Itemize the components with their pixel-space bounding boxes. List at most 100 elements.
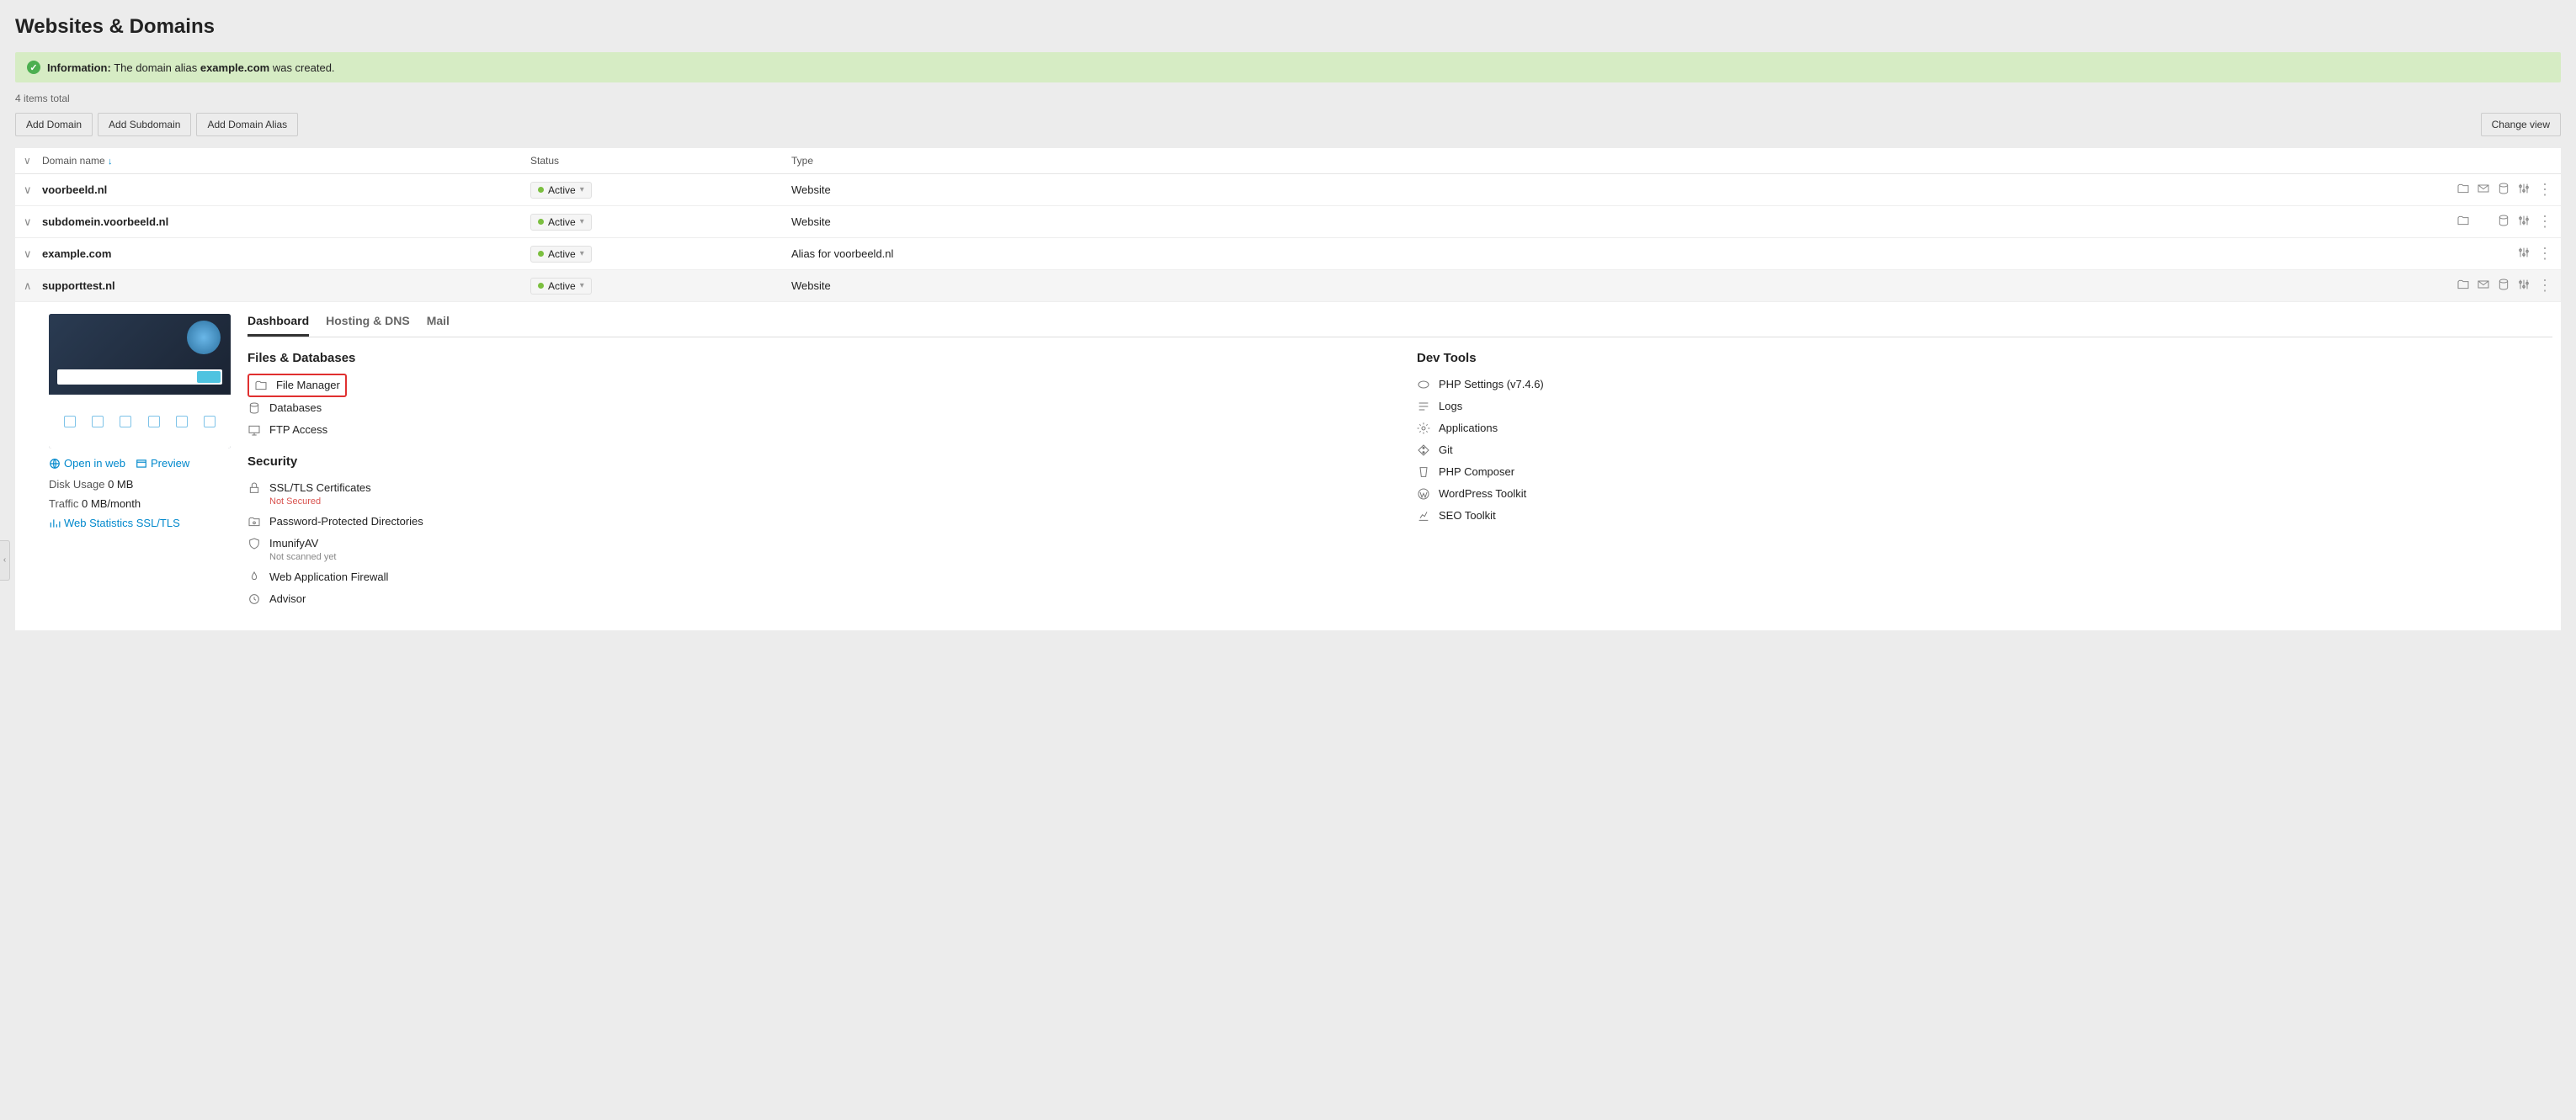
- table-row: ∨ subdomein.voorbeeld.nl Active▾ Website…: [15, 206, 2561, 238]
- composer-icon: [1417, 465, 1430, 479]
- row-toggle[interactable]: ∨: [24, 247, 32, 260]
- status-dropdown[interactable]: Active▾: [530, 182, 592, 199]
- settings-icon[interactable]: [2517, 182, 2531, 198]
- row-toggle[interactable]: ∧: [24, 279, 32, 292]
- domain-name[interactable]: voorbeeld.nl: [42, 183, 107, 196]
- databases-link[interactable]: Databases: [247, 397, 1383, 419]
- applications-link[interactable]: Applications: [1417, 417, 2552, 439]
- mail-icon[interactable]: [2477, 182, 2490, 198]
- traffic-label: Traffic: [49, 497, 78, 510]
- info-domain: example.com: [200, 61, 269, 74]
- disk-usage-value: 0 MB: [108, 478, 133, 491]
- seo-toolkit-link[interactable]: SEO Toolkit: [1417, 505, 2552, 527]
- page-title: Websites & Domains: [15, 15, 2561, 39]
- kebab-icon[interactable]: ⋮: [2537, 181, 2552, 199]
- advisor-link[interactable]: Advisor: [247, 588, 1383, 610]
- chevron-down-icon: ▾: [580, 249, 584, 258]
- ftp-access-link[interactable]: FTP Access: [247, 419, 1383, 441]
- col-type[interactable]: Type: [791, 155, 2443, 167]
- wordpress-icon: [1417, 487, 1430, 501]
- disk-usage-label: Disk Usage: [49, 478, 104, 491]
- row-toggle[interactable]: ∨: [24, 215, 32, 228]
- domain-name[interactable]: supporttest.nl: [42, 279, 115, 292]
- tab-mail[interactable]: Mail: [427, 314, 450, 337]
- php-icon: [1417, 378, 1430, 391]
- domain-name[interactable]: subdomein.voorbeeld.nl: [42, 215, 168, 228]
- add-domain-button[interactable]: Add Domain: [15, 113, 93, 136]
- table-row: ∧ supporttest.nl Active▾ Website ⋮: [15, 270, 2561, 302]
- shield-icon: [247, 537, 261, 550]
- mail-icon[interactable]: [2477, 278, 2490, 294]
- section-security: Security: [247, 454, 1383, 469]
- kebab-icon[interactable]: ⋮: [2537, 277, 2552, 295]
- php-settings-link[interactable]: PHP Settings (v7.4.6): [1417, 374, 2552, 395]
- site-thumbnail[interactable]: [49, 314, 231, 449]
- file-manager-link[interactable]: File Manager: [254, 379, 340, 392]
- file-manager-highlight: File Manager: [247, 374, 347, 397]
- settings-icon[interactable]: [2517, 214, 2531, 230]
- tab-hosting-dns[interactable]: Hosting & DNS: [326, 314, 410, 337]
- imunify-link[interactable]: ImunifyAVNot scanned yet: [247, 533, 1383, 566]
- status-dot-icon: [538, 219, 544, 225]
- status-dot-icon: [538, 251, 544, 257]
- settings-icon[interactable]: [2517, 278, 2531, 294]
- section-dev-tools: Dev Tools: [1417, 351, 2552, 365]
- composer-link[interactable]: PHP Composer: [1417, 461, 2552, 483]
- database-icon[interactable]: [2497, 214, 2510, 230]
- domain-name[interactable]: example.com: [42, 247, 111, 260]
- chevron-down-icon: ▾: [580, 217, 584, 226]
- tab-dashboard[interactable]: Dashboard: [247, 314, 309, 337]
- status-dropdown[interactable]: Active▾: [530, 214, 592, 231]
- ssl-certificates-link[interactable]: SSL/TLS CertificatesNot Secured: [247, 477, 1383, 511]
- kebab-icon[interactable]: ⋮: [2537, 245, 2552, 263]
- info-banner: ✓ Information: The domain alias example.…: [15, 52, 2561, 82]
- password-directories-link[interactable]: Password-Protected Directories: [247, 511, 1383, 533]
- row-type: Website: [791, 215, 2443, 228]
- status-dropdown[interactable]: Active▾: [530, 278, 592, 295]
- change-view-button[interactable]: Change view: [2481, 113, 2561, 136]
- database-icon[interactable]: [2497, 278, 2510, 294]
- imunify-status: Not scanned yet: [269, 552, 337, 562]
- waf-link[interactable]: Web Application Firewall: [247, 566, 1383, 588]
- wordpress-toolkit-link[interactable]: WordPress Toolkit: [1417, 483, 2552, 505]
- folder-icon: [254, 379, 268, 392]
- git-link[interactable]: Git: [1417, 439, 2552, 461]
- settings-icon[interactable]: [2517, 246, 2531, 262]
- row-type: Alias for voorbeeld.nl: [791, 247, 2443, 260]
- success-icon: ✓: [27, 61, 40, 74]
- lock-icon: [247, 481, 261, 495]
- open-in-web-link[interactable]: Open in web: [49, 457, 125, 470]
- chevron-down-icon: ▾: [580, 185, 584, 194]
- status-dot-icon: [538, 283, 544, 289]
- folder-lock-icon: [247, 515, 261, 528]
- logs-link[interactable]: Logs: [1417, 395, 2552, 417]
- row-type: Website: [791, 279, 2443, 292]
- gear-icon: [1417, 422, 1430, 435]
- table-row: ∨ example.com Active▾ Alias for voorbeel…: [15, 238, 2561, 270]
- items-total: 4 items total: [15, 93, 2561, 104]
- logs-icon: [1417, 400, 1430, 413]
- row-toggle[interactable]: ∨: [24, 183, 32, 196]
- info-suffix: was created.: [269, 61, 334, 74]
- preview-link[interactable]: Preview: [136, 457, 189, 470]
- col-domain-name[interactable]: Domain name ↓: [42, 155, 530, 167]
- status-dropdown[interactable]: Active▾: [530, 246, 592, 263]
- database-icon: [247, 401, 261, 415]
- ssl-status: Not Secured: [269, 496, 321, 507]
- expand-all-toggle[interactable]: ∨: [24, 155, 42, 167]
- sidebar-collapse-handle[interactable]: ‹: [0, 540, 10, 581]
- chevron-down-icon: ▾: [580, 281, 584, 290]
- kebab-icon[interactable]: ⋮: [2537, 213, 2552, 231]
- col-status[interactable]: Status: [530, 155, 791, 167]
- section-files-databases: Files & Databases: [247, 351, 1383, 365]
- advisor-icon: [247, 592, 261, 606]
- add-alias-button[interactable]: Add Domain Alias: [196, 113, 298, 136]
- folder-icon[interactable]: [2456, 278, 2470, 294]
- add-subdomain-button[interactable]: Add Subdomain: [98, 113, 191, 136]
- info-prefix: The domain alias: [114, 61, 200, 74]
- database-icon[interactable]: [2497, 182, 2510, 198]
- web-statistics-link[interactable]: Web Statistics SSL/TLS: [49, 517, 180, 529]
- ftp-icon: [247, 423, 261, 437]
- folder-icon[interactable]: [2456, 182, 2470, 198]
- folder-icon[interactable]: [2456, 214, 2470, 230]
